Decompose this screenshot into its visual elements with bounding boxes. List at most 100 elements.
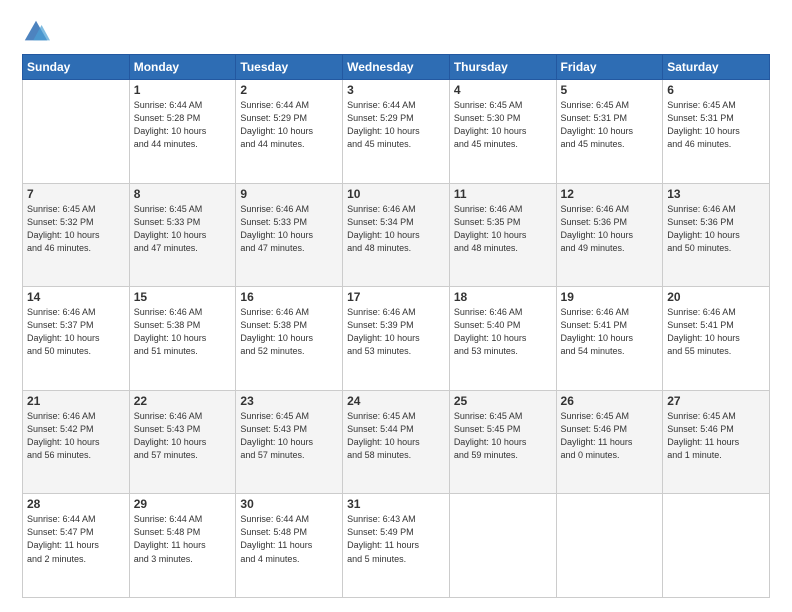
day-info: Sunrise: 6:46 AM Sunset: 5:38 PM Dayligh… xyxy=(134,306,232,358)
day-info: Sunrise: 6:46 AM Sunset: 5:41 PM Dayligh… xyxy=(561,306,659,358)
day-info: Sunrise: 6:45 AM Sunset: 5:46 PM Dayligh… xyxy=(561,410,659,462)
header xyxy=(22,18,770,46)
day-number: 11 xyxy=(454,187,552,201)
day-info: Sunrise: 6:45 AM Sunset: 5:45 PM Dayligh… xyxy=(454,410,552,462)
day-info: Sunrise: 6:45 AM Sunset: 5:32 PM Dayligh… xyxy=(27,203,125,255)
day-number: 17 xyxy=(347,290,445,304)
day-info: Sunrise: 6:46 AM Sunset: 5:43 PM Dayligh… xyxy=(134,410,232,462)
day-number: 26 xyxy=(561,394,659,408)
calendar-week-row: 28 Sunrise: 6:44 AM Sunset: 5:47 PM Dayli… xyxy=(23,494,770,598)
calendar-cell: 22 Sunrise: 6:46 AM Sunset: 5:43 PM Dayli… xyxy=(129,390,236,494)
day-number: 15 xyxy=(134,290,232,304)
logo xyxy=(22,18,54,46)
day-info: Sunrise: 6:45 AM Sunset: 5:43 PM Dayligh… xyxy=(240,410,338,462)
day-number: 10 xyxy=(347,187,445,201)
calendar-week-row: 14Sunrise: 6:46 AM Sunset: 5:37 PM Dayli… xyxy=(23,287,770,391)
day-info: Sunrise: 6:46 AM Sunset: 5:37 PM Dayligh… xyxy=(27,306,125,358)
calendar-cell: 12Sunrise: 6:46 AM Sunset: 5:36 PM Dayli… xyxy=(556,183,663,287)
day-info: Sunrise: 6:46 AM Sunset: 5:36 PM Dayligh… xyxy=(561,203,659,255)
calendar-cell: 16 Sunrise: 6:46 AM Sunset: 5:38 PM Dayli… xyxy=(236,287,343,391)
page: SundayMondayTuesdayWednesdayThursdayFrid… xyxy=(0,0,792,612)
day-info: Sunrise: 6:45 AM Sunset: 5:31 PM Dayligh… xyxy=(561,99,659,151)
weekday-header: Thursday xyxy=(449,55,556,80)
calendar-cell: 30Sunrise: 6:44 AM Sunset: 5:48 PM Dayli… xyxy=(236,494,343,598)
day-number: 28 xyxy=(27,497,125,511)
day-number: 6 xyxy=(667,83,765,97)
calendar-cell: 9 Sunrise: 6:46 AM Sunset: 5:33 PM Daylig… xyxy=(236,183,343,287)
calendar-week-row: 7 Sunrise: 6:45 AM Sunset: 5:32 PM Daylig… xyxy=(23,183,770,287)
day-number: 19 xyxy=(561,290,659,304)
weekday-header: Wednesday xyxy=(343,55,450,80)
calendar-cell: 2Sunrise: 6:44 AM Sunset: 5:29 PM Daylig… xyxy=(236,80,343,184)
calendar-cell: 17Sunrise: 6:46 AM Sunset: 5:39 PM Dayli… xyxy=(343,287,450,391)
day-info: Sunrise: 6:43 AM Sunset: 5:49 PM Dayligh… xyxy=(347,513,445,565)
calendar-cell xyxy=(663,494,770,598)
calendar-cell: 4 Sunrise: 6:45 AM Sunset: 5:30 PM Daylig… xyxy=(449,80,556,184)
day-info: Sunrise: 6:46 AM Sunset: 5:34 PM Dayligh… xyxy=(347,203,445,255)
calendar-cell: 23 Sunrise: 6:45 AM Sunset: 5:43 PM Dayli… xyxy=(236,390,343,494)
day-number: 7 xyxy=(27,187,125,201)
calendar-week-row: 21 Sunrise: 6:46 AM Sunset: 5:42 PM Dayli… xyxy=(23,390,770,494)
day-number: 3 xyxy=(347,83,445,97)
calendar-cell: 8 Sunrise: 6:45 AM Sunset: 5:33 PM Daylig… xyxy=(129,183,236,287)
calendar-cell: 19 Sunrise: 6:46 AM Sunset: 5:41 PM Dayli… xyxy=(556,287,663,391)
day-number: 8 xyxy=(134,187,232,201)
day-number: 9 xyxy=(240,187,338,201)
day-info: Sunrise: 6:46 AM Sunset: 5:36 PM Dayligh… xyxy=(667,203,765,255)
day-info: Sunrise: 6:46 AM Sunset: 5:40 PM Dayligh… xyxy=(454,306,552,358)
weekday-header: Sunday xyxy=(23,55,130,80)
calendar-cell: 1Sunrise: 6:44 AM Sunset: 5:28 PM Daylig… xyxy=(129,80,236,184)
calendar-cell: 20Sunrise: 6:46 AM Sunset: 5:41 PM Dayli… xyxy=(663,287,770,391)
logo-icon xyxy=(22,18,50,46)
day-number: 23 xyxy=(240,394,338,408)
day-info: Sunrise: 6:45 AM Sunset: 5:30 PM Dayligh… xyxy=(454,99,552,151)
day-info: Sunrise: 6:46 AM Sunset: 5:38 PM Dayligh… xyxy=(240,306,338,358)
day-info: Sunrise: 6:44 AM Sunset: 5:29 PM Dayligh… xyxy=(240,99,338,151)
day-number: 5 xyxy=(561,83,659,97)
calendar-week-row: 1Sunrise: 6:44 AM Sunset: 5:28 PM Daylig… xyxy=(23,80,770,184)
calendar-cell: 7 Sunrise: 6:45 AM Sunset: 5:32 PM Daylig… xyxy=(23,183,130,287)
calendar-cell xyxy=(449,494,556,598)
day-number: 27 xyxy=(667,394,765,408)
day-number: 16 xyxy=(240,290,338,304)
calendar-table: SundayMondayTuesdayWednesdayThursdayFrid… xyxy=(22,54,770,598)
day-number: 29 xyxy=(134,497,232,511)
day-number: 18 xyxy=(454,290,552,304)
calendar-cell: 25 Sunrise: 6:45 AM Sunset: 5:45 PM Dayli… xyxy=(449,390,556,494)
calendar-cell: 6Sunrise: 6:45 AM Sunset: 5:31 PM Daylig… xyxy=(663,80,770,184)
day-info: Sunrise: 6:45 AM Sunset: 5:44 PM Dayligh… xyxy=(347,410,445,462)
day-info: Sunrise: 6:46 AM Sunset: 5:35 PM Dayligh… xyxy=(454,203,552,255)
day-info: Sunrise: 6:46 AM Sunset: 5:42 PM Dayligh… xyxy=(27,410,125,462)
day-number: 25 xyxy=(454,394,552,408)
day-number: 4 xyxy=(454,83,552,97)
weekday-header: Tuesday xyxy=(236,55,343,80)
day-number: 24 xyxy=(347,394,445,408)
day-number: 22 xyxy=(134,394,232,408)
day-number: 30 xyxy=(240,497,338,511)
calendar-cell: 24 Sunrise: 6:45 AM Sunset: 5:44 PM Dayli… xyxy=(343,390,450,494)
weekday-header: Friday xyxy=(556,55,663,80)
calendar-cell: 14Sunrise: 6:46 AM Sunset: 5:37 PM Dayli… xyxy=(23,287,130,391)
day-info: Sunrise: 6:45 AM Sunset: 5:33 PM Dayligh… xyxy=(134,203,232,255)
calendar-cell: 10 Sunrise: 6:46 AM Sunset: 5:34 PM Dayli… xyxy=(343,183,450,287)
day-info: Sunrise: 6:46 AM Sunset: 5:33 PM Dayligh… xyxy=(240,203,338,255)
calendar-cell: 29 Sunrise: 6:44 AM Sunset: 5:48 PM Dayli… xyxy=(129,494,236,598)
calendar-cell xyxy=(556,494,663,598)
day-info: Sunrise: 6:44 AM Sunset: 5:48 PM Dayligh… xyxy=(134,513,232,565)
calendar-cell: 26 Sunrise: 6:45 AM Sunset: 5:46 PM Dayli… xyxy=(556,390,663,494)
day-number: 13 xyxy=(667,187,765,201)
day-number: 31 xyxy=(347,497,445,511)
day-info: Sunrise: 6:44 AM Sunset: 5:29 PM Dayligh… xyxy=(347,99,445,151)
day-number: 21 xyxy=(27,394,125,408)
calendar-cell: 13 Sunrise: 6:46 AM Sunset: 5:36 PM Dayli… xyxy=(663,183,770,287)
calendar-cell: 31 Sunrise: 6:43 AM Sunset: 5:49 PM Dayli… xyxy=(343,494,450,598)
calendar-cell: 21 Sunrise: 6:46 AM Sunset: 5:42 PM Dayli… xyxy=(23,390,130,494)
day-info: Sunrise: 6:45 AM Sunset: 5:46 PM Dayligh… xyxy=(667,410,765,462)
weekday-header-row: SundayMondayTuesdayWednesdayThursdayFrid… xyxy=(23,55,770,80)
day-info: Sunrise: 6:44 AM Sunset: 5:47 PM Dayligh… xyxy=(27,513,125,565)
calendar-cell xyxy=(23,80,130,184)
calendar-cell: 3 Sunrise: 6:44 AM Sunset: 5:29 PM Daylig… xyxy=(343,80,450,184)
calendar-cell: 28 Sunrise: 6:44 AM Sunset: 5:47 PM Dayli… xyxy=(23,494,130,598)
day-info: Sunrise: 6:46 AM Sunset: 5:41 PM Dayligh… xyxy=(667,306,765,358)
day-info: Sunrise: 6:44 AM Sunset: 5:28 PM Dayligh… xyxy=(134,99,232,151)
